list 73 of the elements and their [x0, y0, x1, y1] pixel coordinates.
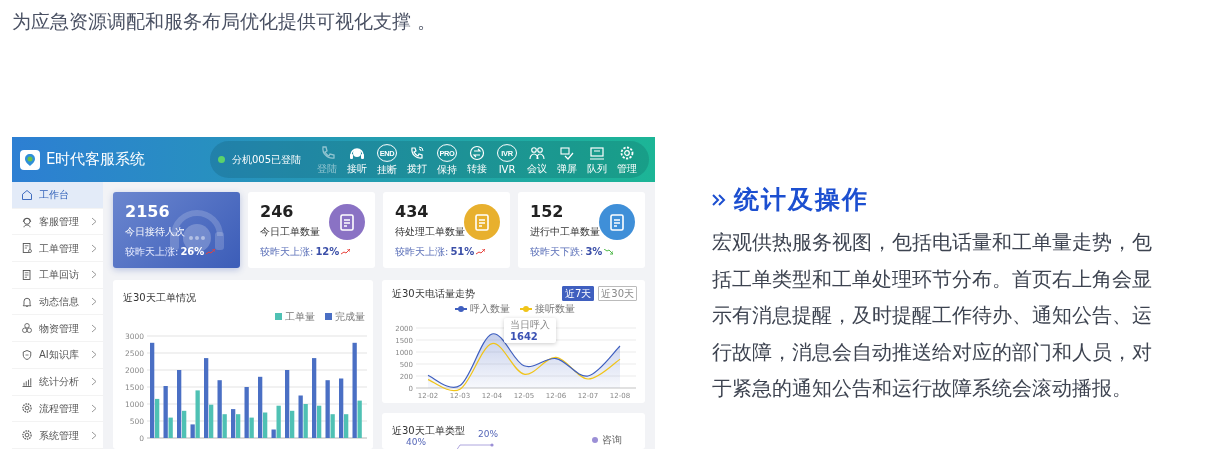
- people-icon: [529, 145, 545, 161]
- sidebar-item[interactable]: 流程管理: [12, 395, 103, 423]
- toolbar-button[interactable]: 转接: [463, 145, 491, 174]
- percent-label: 20%: [478, 428, 498, 441]
- bar-chart-icon: [21, 375, 33, 388]
- circles-icon: [21, 322, 33, 335]
- change-value: 51%: [450, 245, 475, 260]
- popup-window-icon: [559, 145, 575, 161]
- compare-label: 较昨天下跌:: [530, 245, 584, 260]
- double-chevron-icon: [712, 194, 726, 206]
- sidebar-item[interactable]: 工单回访: [12, 262, 103, 289]
- chart-title: 近30天工单类型: [392, 424, 465, 438]
- range-tab[interactable]: 近30天: [598, 286, 637, 301]
- headset-icon: [349, 145, 365, 161]
- legend-label: 完成量: [335, 310, 365, 324]
- document-icon: [21, 242, 33, 255]
- toolbar-button[interactable]: 会议: [523, 145, 551, 174]
- legend-label: 呼入数量: [469, 302, 510, 316]
- toolbar-button[interactable]: 拨打: [403, 145, 431, 174]
- tooltip-value: 1642: [510, 330, 539, 342]
- home-icon: [21, 188, 33, 201]
- settings-icon: [619, 145, 635, 161]
- compare-label: 较昨天上涨:: [395, 245, 449, 260]
- range-tab[interactable]: 近7天: [561, 286, 595, 301]
- sidebar-item[interactable]: 统计分析: [12, 368, 103, 396]
- stat-label: 进行中工单数量: [530, 225, 601, 240]
- intro-text: 为应急资源调配和服务布局优化提供可视化支撑 。: [11, 10, 437, 34]
- stat-value: 434: [395, 202, 430, 222]
- legend-label: 工单量: [285, 310, 315, 324]
- monitor-icon: [589, 145, 605, 161]
- toolbar-button[interactable]: 接听: [343, 145, 371, 174]
- stat-value: 152: [530, 202, 565, 222]
- headset-icon: [21, 215, 33, 228]
- section-description: 宏观供热服务视图，包括电话量和工单量走势，包括工单类型和工单处理环节分布。首页右上角会显示有消息提醒，及时提醒工作待办、通知公告、运行故障，消息会自动推送给对应的部门和人员，对于紧急的通知公告和运行故障系统会滚动播报。: [712, 230, 1153, 402]
- shield-icon: [21, 348, 33, 361]
- change-value: 12%: [315, 245, 340, 260]
- logo-icon: [20, 149, 40, 170]
- sidebar-item[interactable]: 动态信息: [12, 288, 103, 316]
- sidebar-item[interactable]: 工单管理: [12, 235, 103, 263]
- sidebar-item[interactable]: 客服管理: [12, 208, 103, 236]
- toolbar-button[interactable]: 管理: [613, 145, 641, 174]
- status-text: 分机005已登陆: [231, 153, 301, 167]
- sidebar-item[interactable]: 工作台: [12, 182, 103, 209]
- toolbar-button[interactable]: 队列: [583, 145, 611, 174]
- compare-label: 较昨天上涨:: [260, 245, 314, 260]
- phone-ringing-icon: [409, 145, 425, 161]
- chart-title: 近30天电话量走势: [392, 287, 475, 301]
- percent-label: 40%: [406, 436, 426, 449]
- gear-icon: [21, 402, 33, 415]
- leader-line: [454, 442, 494, 449]
- gear-icon: [21, 429, 33, 442]
- legend-label: 接听数量: [534, 302, 575, 316]
- sidebar-item[interactable]: 系统管理: [12, 422, 103, 449]
- phone-icon: [319, 145, 335, 161]
- stat-label: 今日接待人次: [125, 225, 186, 240]
- app-title: E时代客服系统: [46, 149, 146, 171]
- legend-label: 咨询: [602, 433, 622, 447]
- tooltip-title: 当日呼入: [510, 319, 550, 331]
- transfer-icon: [469, 145, 485, 161]
- toolbar-button[interactable]: 弹屏: [553, 145, 581, 174]
- bell-icon: [21, 295, 33, 308]
- sidebar-item[interactable]: AI知识库: [12, 342, 103, 369]
- chart-title: 近30天工单情况: [123, 291, 197, 305]
- stat-label: 待处理工单数量: [395, 225, 466, 240]
- stat-label: 今日工单数量: [260, 225, 321, 240]
- compare-label: 较昨天上涨:: [125, 245, 179, 260]
- section-heading: 统计及操作: [734, 185, 869, 215]
- stat-value: 2156: [125, 202, 171, 222]
- change-value: 3%: [585, 245, 603, 260]
- sidebar-item[interactable]: 物资管理: [12, 315, 103, 343]
- stat-value: 246: [260, 202, 295, 222]
- change-value: 26%: [180, 245, 205, 260]
- document-icon: [21, 268, 33, 281]
